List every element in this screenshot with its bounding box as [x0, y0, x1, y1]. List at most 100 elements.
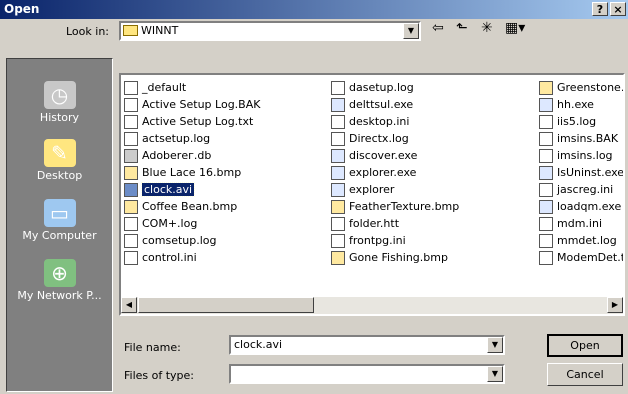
file-item[interactable]: FeatherTexture.bmp [331, 198, 459, 215]
file-item[interactable]: Blue Lace 16.bmp [124, 164, 260, 181]
file-name: desktop.ini [349, 115, 410, 128]
file-name: COM+.log [142, 217, 198, 230]
place-history[interactable]: ◷ History [7, 81, 112, 124]
file-item[interactable]: mdm.ini [539, 215, 623, 232]
file-item[interactable]: comsetup.log [124, 232, 260, 249]
place-label: My Computer [22, 229, 97, 242]
file-doc-icon [539, 148, 553, 163]
file-item[interactable]: Gone Fishing.bmp [331, 249, 459, 266]
place-my-network[interactable]: ⊕ My Network P... [7, 259, 112, 302]
file-db-icon [124, 148, 138, 163]
file-name: hh.exe [557, 98, 594, 111]
file-item[interactable]: Adoberег.db [124, 147, 260, 164]
file-avi-icon [124, 182, 138, 197]
chevron-down-icon[interactable]: ▼ [487, 337, 503, 353]
file-item[interactable]: iis5.log [539, 113, 623, 130]
file-name: imsins.log [557, 149, 613, 162]
up-folder-icon[interactable]: ⬑ [456, 20, 468, 36]
close-button[interactable]: × [610, 2, 626, 16]
file-doc-icon [539, 250, 553, 265]
places-bar: ◷ History ✎ Desktop ▭ My Computer ⊕ My N… [6, 58, 113, 392]
file-item[interactable]: frontpg.ini [331, 232, 459, 249]
file-doc-icon [539, 233, 553, 248]
file-item[interactable]: mmdet.log [539, 232, 623, 249]
file-name: loadqm.exe [557, 200, 622, 213]
file-item[interactable]: jascreg.ini [539, 181, 623, 198]
file-doc-icon [539, 216, 553, 231]
file-name: Adoberег.db [142, 149, 212, 162]
file-item[interactable]: explorer.exe [331, 164, 459, 181]
file-name: folder.htt [349, 217, 400, 230]
view-menu-icon[interactable]: ▦▾ [505, 20, 525, 36]
file-name: imsins.BAK [557, 132, 619, 145]
file-doc-icon [124, 233, 138, 248]
place-desktop[interactable]: ✎ Desktop [7, 139, 112, 182]
file-name: ModemDet.tx [557, 251, 625, 264]
file-name: delttsul.exe [349, 98, 414, 111]
file-item[interactable]: hh.exe [539, 96, 623, 113]
file-doc-icon [539, 114, 553, 129]
new-folder-icon[interactable]: ✳ [481, 20, 493, 36]
file-item[interactable]: Active Setup Log.BAK [124, 96, 260, 113]
cancel-button[interactable]: Cancel [547, 363, 623, 386]
file-item[interactable]: clock.avi [124, 181, 260, 198]
file-item[interactable]: desktop.ini [331, 113, 459, 130]
file-name: mmdet.log [557, 234, 617, 247]
scroll-right-icon[interactable]: ▶ [607, 297, 623, 313]
place-label: History [39, 111, 80, 124]
file-name: iis5.log [557, 115, 597, 128]
file-doc-icon [124, 97, 138, 112]
file-doc-icon [539, 131, 553, 146]
file-item[interactable]: Directx.log [331, 130, 459, 147]
scroll-left-icon[interactable]: ◀ [121, 297, 137, 313]
file-item[interactable]: COM+.log [124, 215, 260, 232]
chevron-down-icon[interactable]: ▼ [403, 23, 419, 39]
file-exe-icon [539, 165, 553, 180]
file-item[interactable]: folder.htt [331, 215, 459, 232]
file-name: explorer.exe [349, 166, 417, 179]
place-label: Desktop [36, 169, 83, 182]
file-item[interactable]: imsins.log [539, 147, 623, 164]
scroll-thumb[interactable] [138, 297, 314, 313]
file-name: _default [142, 81, 187, 94]
file-item[interactable]: delttsul.exe [331, 96, 459, 113]
file-name: Active Setup Log.txt [142, 115, 254, 128]
file-doc-icon [539, 182, 553, 197]
window-title: Open [4, 2, 40, 16]
file-column-3: Greenstone.b hh.exe iis5.log imsins.BAK imsi… [539, 79, 625, 266]
file-type-select[interactable]: ▼ [229, 364, 505, 384]
file-item[interactable]: discover.exe [331, 147, 459, 164]
file-item[interactable]: IsUninst.exe [539, 164, 623, 181]
file-name-field[interactable]: clock.avi ▼ [229, 335, 505, 355]
place-my-computer[interactable]: ▭ My Computer [7, 199, 112, 242]
file-name: Active Setup Log.BAK [142, 98, 261, 111]
chevron-down-icon[interactable]: ▼ [487, 366, 503, 382]
horizontal-scrollbar[interactable]: ◀ ▶ [121, 297, 623, 314]
file-list[interactable]: _default Active Setup Log.BAK Active Setup… [119, 73, 625, 316]
file-name: dasetup.log [349, 81, 414, 94]
open-button[interactable]: Open [547, 334, 623, 357]
file-item[interactable]: ModemDet.tx [539, 249, 625, 266]
file-name: discover.exe [349, 149, 418, 162]
file-exe-icon [331, 148, 345, 163]
folder-icon [123, 25, 138, 36]
file-item[interactable]: Active Setup Log.txt [124, 113, 260, 130]
file-item[interactable]: imsins.BAK [539, 130, 623, 147]
look-in-label: Look in: [66, 25, 109, 38]
file-item[interactable]: Coffee Bean.bmp [124, 198, 260, 215]
back-arrow-icon[interactable]: ⇦ [432, 20, 444, 36]
file-item[interactable]: loadqm.exe [539, 198, 623, 215]
file-item[interactable]: actsetup.log [124, 130, 260, 147]
file-doc-icon [331, 114, 345, 129]
file-name: frontpg.ini [349, 234, 406, 247]
file-item[interactable]: dasetup.log [331, 79, 459, 96]
file-item[interactable]: explorer [331, 181, 459, 198]
look-in-select[interactable]: WINNT ▼ [119, 21, 421, 41]
file-item[interactable]: control.ini [124, 249, 260, 266]
title-bar: Open ? × [0, 0, 628, 19]
help-button[interactable]: ? [592, 2, 608, 16]
history-icon: ◷ [43, 81, 76, 109]
file-name-value: clock.avi [234, 338, 283, 351]
file-item[interactable]: Greenstone.b [539, 79, 623, 96]
file-item[interactable]: _default [124, 79, 260, 96]
